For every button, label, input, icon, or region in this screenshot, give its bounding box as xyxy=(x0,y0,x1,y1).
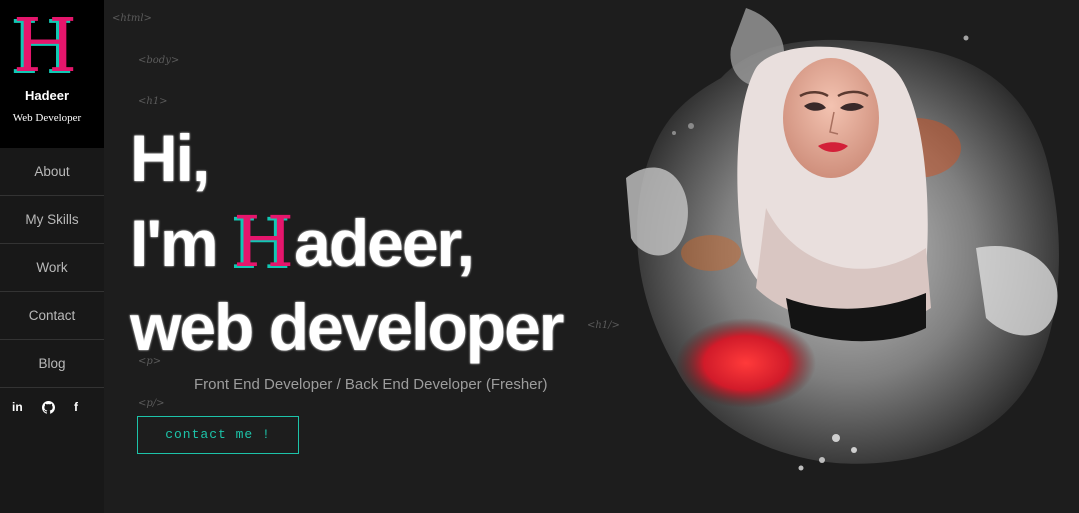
hero-name-letter: H xyxy=(233,201,295,283)
hero-name-suffix: adeer, xyxy=(294,206,475,280)
hero-line-name: I'm Hadeer, xyxy=(130,200,563,285)
nav-item-about[interactable]: About xyxy=(0,148,104,196)
tag-html-open: <html> xyxy=(112,13,152,24)
contact-me-button[interactable]: contact me ! xyxy=(137,416,299,454)
hero-line-role: web developer xyxy=(130,290,564,364)
nav-item-my-skills[interactable]: My Skills xyxy=(0,196,104,244)
tag-body-open: <body> xyxy=(138,55,180,66)
orange-powder-left xyxy=(681,235,741,271)
hero-heading: Hi, I'm Hadeer, web developer xyxy=(130,116,564,369)
github-icon[interactable] xyxy=(42,401,56,417)
nav-item-contact[interactable]: Contact xyxy=(0,292,104,340)
hero-subtitle: Front End Developer / Back End Developer… xyxy=(194,376,548,393)
linkedin-icon[interactable]: in xyxy=(12,400,23,414)
speckle xyxy=(798,465,804,471)
social-links: in f xyxy=(0,400,104,420)
speckle xyxy=(688,123,694,129)
hero-line-greeting: Hi, xyxy=(130,121,210,195)
logo-name: Hadeer xyxy=(24,88,70,103)
portrait-illustration xyxy=(626,8,1059,471)
logo[interactable]: H Hadeer Web Developer xyxy=(0,0,104,148)
main-nav: About My Skills Work Contact Blog xyxy=(0,148,104,388)
face xyxy=(783,58,879,178)
tag-h1-close: <h1/> xyxy=(587,320,620,331)
nav-item-blog[interactable]: Blog xyxy=(0,340,104,388)
logo-subtitle: Web Developer xyxy=(12,112,82,124)
sidebar: H Hadeer Web Developer About My Skills W… xyxy=(0,0,104,513)
red-powder-burst xyxy=(676,318,816,408)
hero-name-prefix: I'm xyxy=(130,206,234,280)
tag-p-close: <p/> xyxy=(138,398,165,409)
speckle xyxy=(832,434,840,442)
facebook-icon[interactable]: f xyxy=(74,400,78,414)
speckle xyxy=(819,457,825,463)
tag-h1-open: <h1> xyxy=(138,96,168,107)
speckle xyxy=(672,131,676,135)
speckle xyxy=(963,35,969,41)
logo-letter: H xyxy=(12,3,78,89)
speckle xyxy=(851,447,857,453)
nav-item-work[interactable]: Work xyxy=(0,244,104,292)
